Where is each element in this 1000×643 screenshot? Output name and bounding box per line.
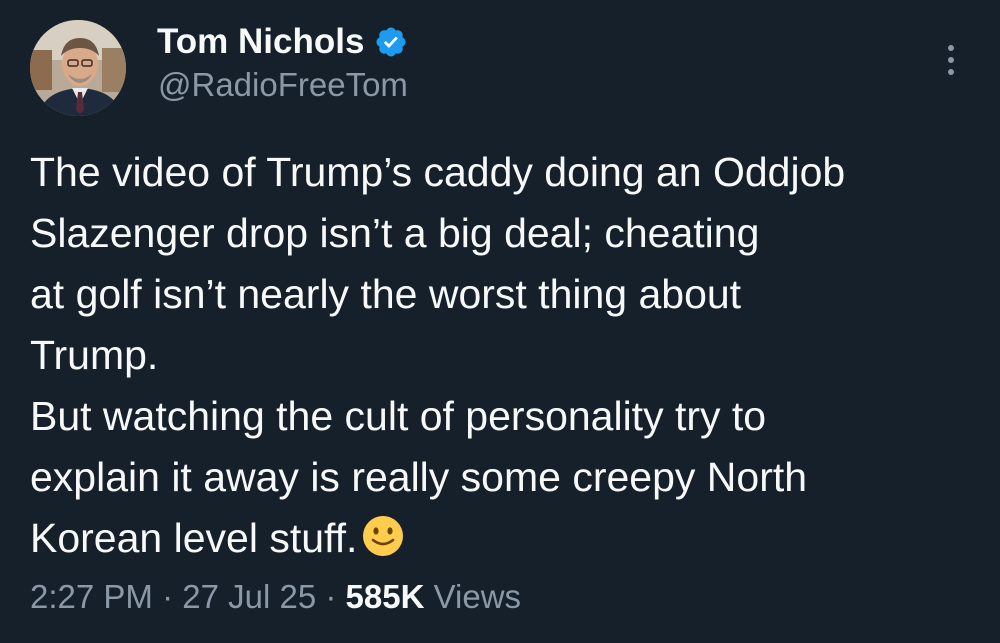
meta-separator: · xyxy=(325,578,337,615)
tweet-meta: 2:27 PM · 27 Jul 25 · 585K Views xyxy=(30,578,521,616)
author-handle[interactable]: @RadioFreeTom xyxy=(158,66,408,104)
profile-photo-icon xyxy=(30,20,126,116)
tweet-time[interactable]: 2:27 PM xyxy=(30,578,153,615)
tweet-date[interactable]: 27 Jul 25 xyxy=(182,578,316,615)
author-avatar[interactable] xyxy=(30,20,126,116)
tweet-card: Tom Nichols @RadioFreeTom The video of T… xyxy=(0,0,1000,643)
tweet-line: Slazenger drop isn’t a big deal; cheatin… xyxy=(30,210,760,256)
tweet-line: at golf isn’t nearly the worst thing abo… xyxy=(30,271,742,317)
tweet-line-last: Korean level stuff. xyxy=(30,508,980,569)
more-dot-icon xyxy=(948,45,954,51)
tweet-text: The video of Trump’s caddy doing an Oddj… xyxy=(30,142,980,569)
tweet-line: But watching the cult of personality try… xyxy=(30,393,767,439)
verified-badge-icon xyxy=(374,25,408,59)
views-count: 585K xyxy=(345,578,425,615)
more-dot-icon xyxy=(948,69,954,75)
tweet-line-text: Korean level stuff. xyxy=(30,515,358,561)
tweet-line: explain it away is really some creepy No… xyxy=(30,454,808,500)
meta-separator: · xyxy=(162,578,174,615)
tweet-line: The video of Trump’s caddy doing an Oddj… xyxy=(30,149,846,195)
more-options-button[interactable] xyxy=(936,40,966,80)
author-display-name[interactable]: Tom Nichols xyxy=(157,22,364,62)
more-dot-icon xyxy=(948,57,954,63)
author-name-row: Tom Nichols xyxy=(157,20,408,64)
slightly-smiling-face-icon xyxy=(361,514,405,558)
views-label: Views xyxy=(433,578,522,615)
tweet-line: Trump. xyxy=(30,332,159,378)
